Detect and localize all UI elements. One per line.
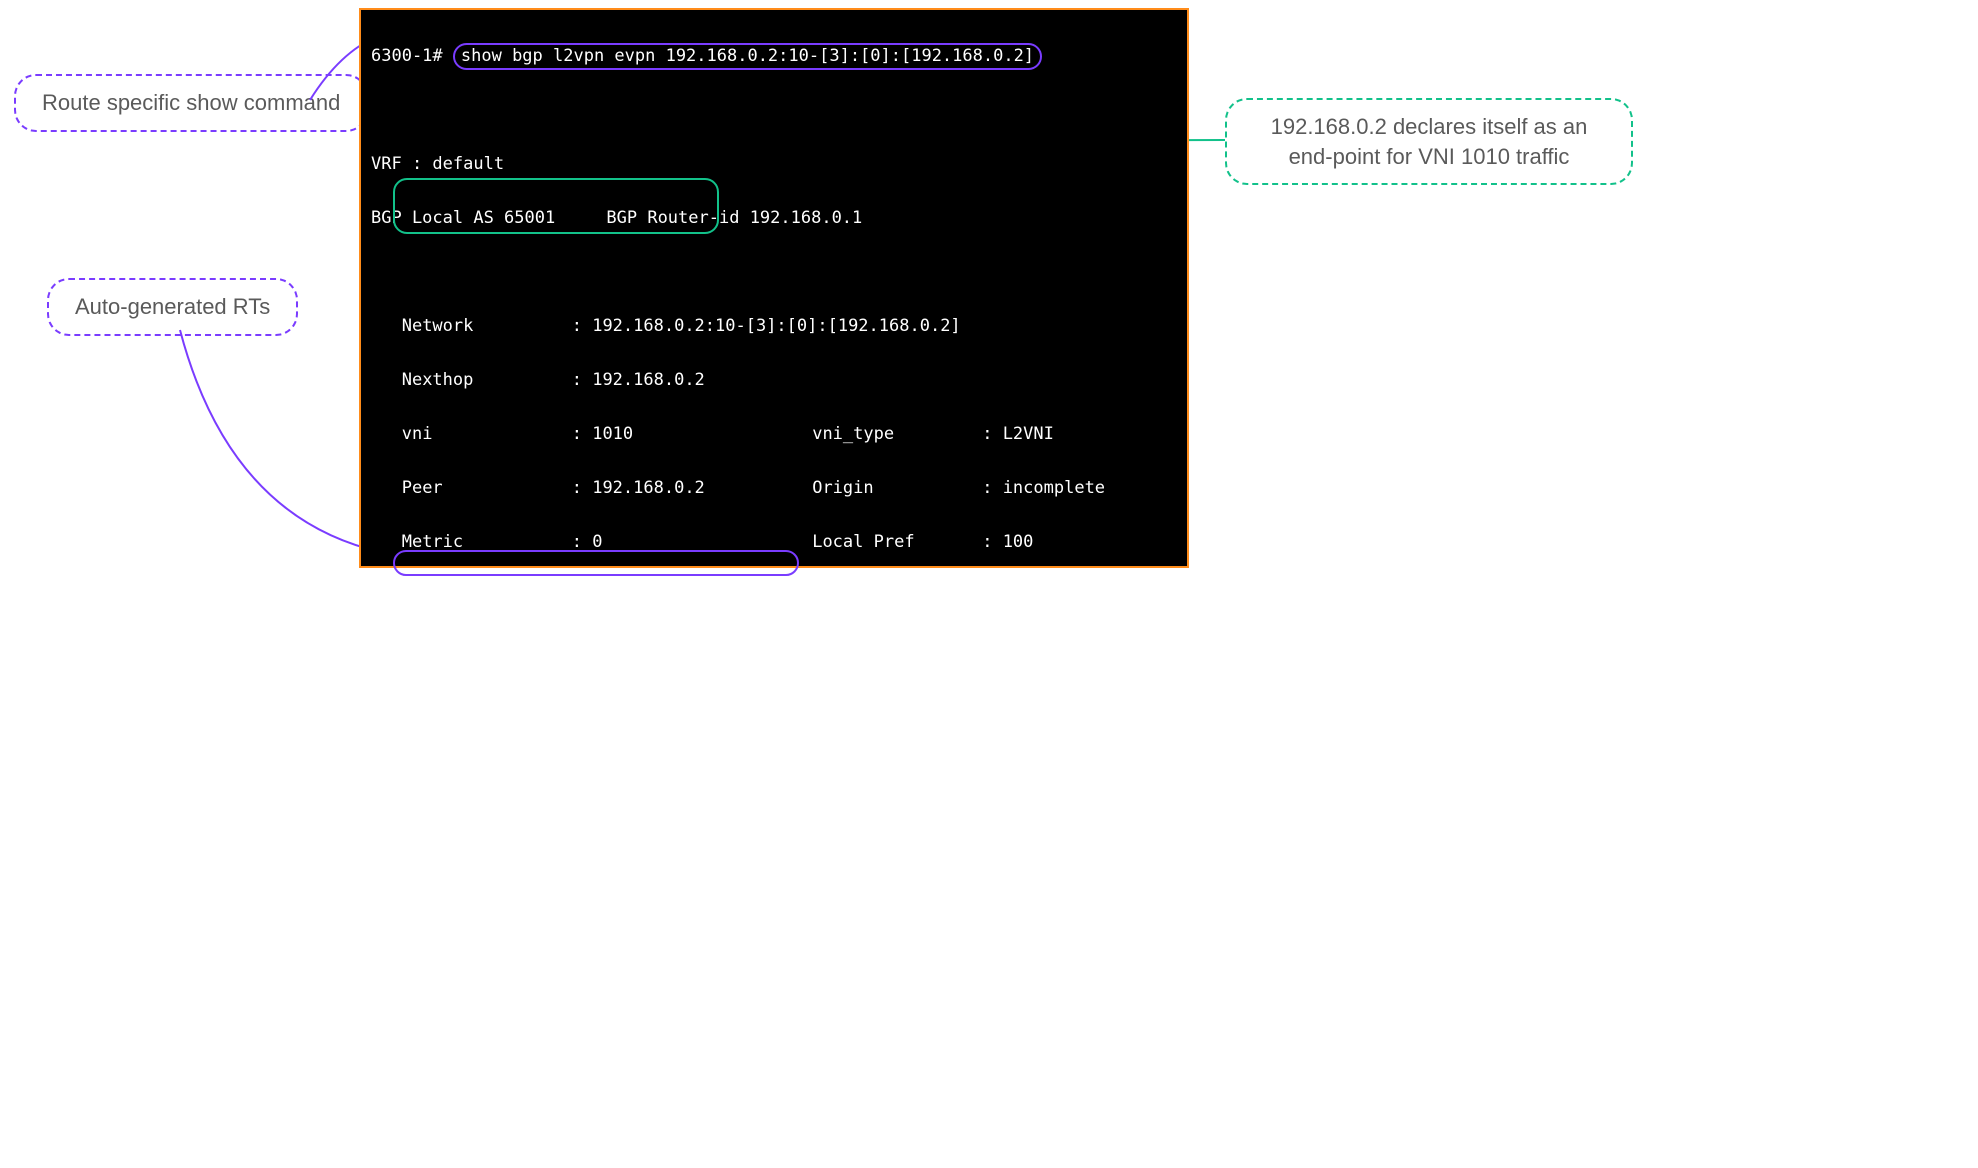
row-weight: Weight: 0Calc. Local Pref: 100 — [371, 583, 1177, 610]
key-vnitype: vni_type — [812, 421, 982, 448]
terminal-command-line: 6300-1# show bgp l2vpn evpn 192.168.0.2:… — [371, 43, 1177, 70]
callout-label-line1: 192.168.0.2 declares itself as an — [1271, 114, 1588, 139]
val-stale: No — [1003, 694, 1023, 714]
key-aspath: AS-Path — [402, 1015, 572, 1042]
terminal-window: 6300-1# show bgp l2vpn evpn 192.168.0.2:… — [359, 8, 1189, 568]
callout-show-command: Route specific show command — [14, 74, 368, 132]
key-clist: Cluster List — [402, 1069, 572, 1096]
val-weight: 0 — [592, 583, 812, 610]
row-best: Best: YesValid: Yes — [371, 637, 1177, 664]
row-vni: vni: 1010vni_type: L2VNI — [371, 421, 1177, 448]
highlight-show-command: show bgp l2vpn evpn 192.168.0.2:10-[3]:[… — [453, 43, 1042, 70]
callout-label-line2: end-point for VNI 1010 traffic — [1289, 144, 1570, 169]
val-vni: 1010 — [592, 421, 812, 448]
val-peer: 192.168.0.2 — [592, 475, 812, 502]
row-aspath: AS-Path: — [371, 1015, 1177, 1042]
line-vrf: VRF : default — [371, 151, 1177, 178]
callout-label: Route specific show command — [42, 90, 340, 115]
val-network: 192.168.0.2:10-[3]:[0]:[192.168.0.2] — [592, 316, 960, 336]
terminal-command: show bgp l2vpn evpn 192.168.0.2:10-[3]:[… — [461, 46, 1034, 66]
key-aggid: Aggregator ID — [402, 799, 572, 826]
row-communities: Communities: — [371, 1123, 1177, 1150]
row-peer: Peer: 192.168.0.2Origin: incomplete — [371, 475, 1177, 502]
key-vni: vni — [402, 421, 572, 448]
highlight-ext-communities — [393, 550, 799, 576]
key-type: Type — [402, 691, 572, 718]
key-clpref: Calc. Local Pref — [812, 583, 982, 610]
row-clusterlist: Cluster List: — [371, 1069, 1177, 1096]
key-atomic: Atomic Aggregate — [402, 907, 572, 934]
row-aggas: Aggregator AS: — [371, 853, 1177, 880]
val-valid: Yes — [1003, 640, 1034, 660]
highlight-nexthop-vni — [393, 178, 719, 234]
row-origid: Originator ID: 0.0.0.0 — [371, 745, 1177, 772]
callout-label: Auto-generated RTs — [75, 294, 270, 319]
callout-auto-rts: Auto-generated RTs — [47, 278, 298, 336]
key-network: Network — [402, 313, 572, 340]
val-nexthop: 192.168.0.2 — [592, 370, 705, 390]
val-best: Yes — [592, 637, 812, 664]
row-atomic: Atomic Aggregate: — [371, 907, 1177, 934]
key-peer: Peer — [402, 475, 572, 502]
key-stale: Stale — [812, 691, 982, 718]
key-best: Best — [402, 637, 572, 664]
val-vnitype: L2VNI — [1003, 424, 1054, 444]
val-lpref: 100 — [1003, 532, 1034, 552]
terminal-prompt: 6300-1# — [371, 46, 453, 66]
key-origid: Originator ID — [402, 745, 572, 772]
row-type: Type: internalStale: No — [371, 691, 1177, 718]
row-network: Network: 192.168.0.2:10-[3]:[0]:[192.168… — [371, 313, 1177, 340]
key-weight: Weight — [402, 583, 572, 610]
val-origin: incomplete — [1003, 478, 1105, 498]
key-nexthop: Nexthop — [402, 367, 572, 394]
callout-endpoint: 192.168.0.2 declares itself as an end-po… — [1225, 98, 1633, 185]
val-type: internal — [592, 691, 812, 718]
key-lpref: Local Pref — [812, 529, 982, 556]
row-nexthop: Nexthop: 192.168.0.2 — [371, 367, 1177, 394]
val-origid: 0.0.0.0 — [592, 748, 664, 768]
key-origin: Origin — [812, 475, 982, 502]
val-clpref: 100 — [1003, 586, 1034, 606]
key-aggas: Aggregator AS — [402, 853, 572, 880]
key-valid: Valid — [812, 637, 982, 664]
row-aggid: Aggregator ID: — [371, 799, 1177, 826]
key-comm: Communities — [402, 1123, 572, 1150]
